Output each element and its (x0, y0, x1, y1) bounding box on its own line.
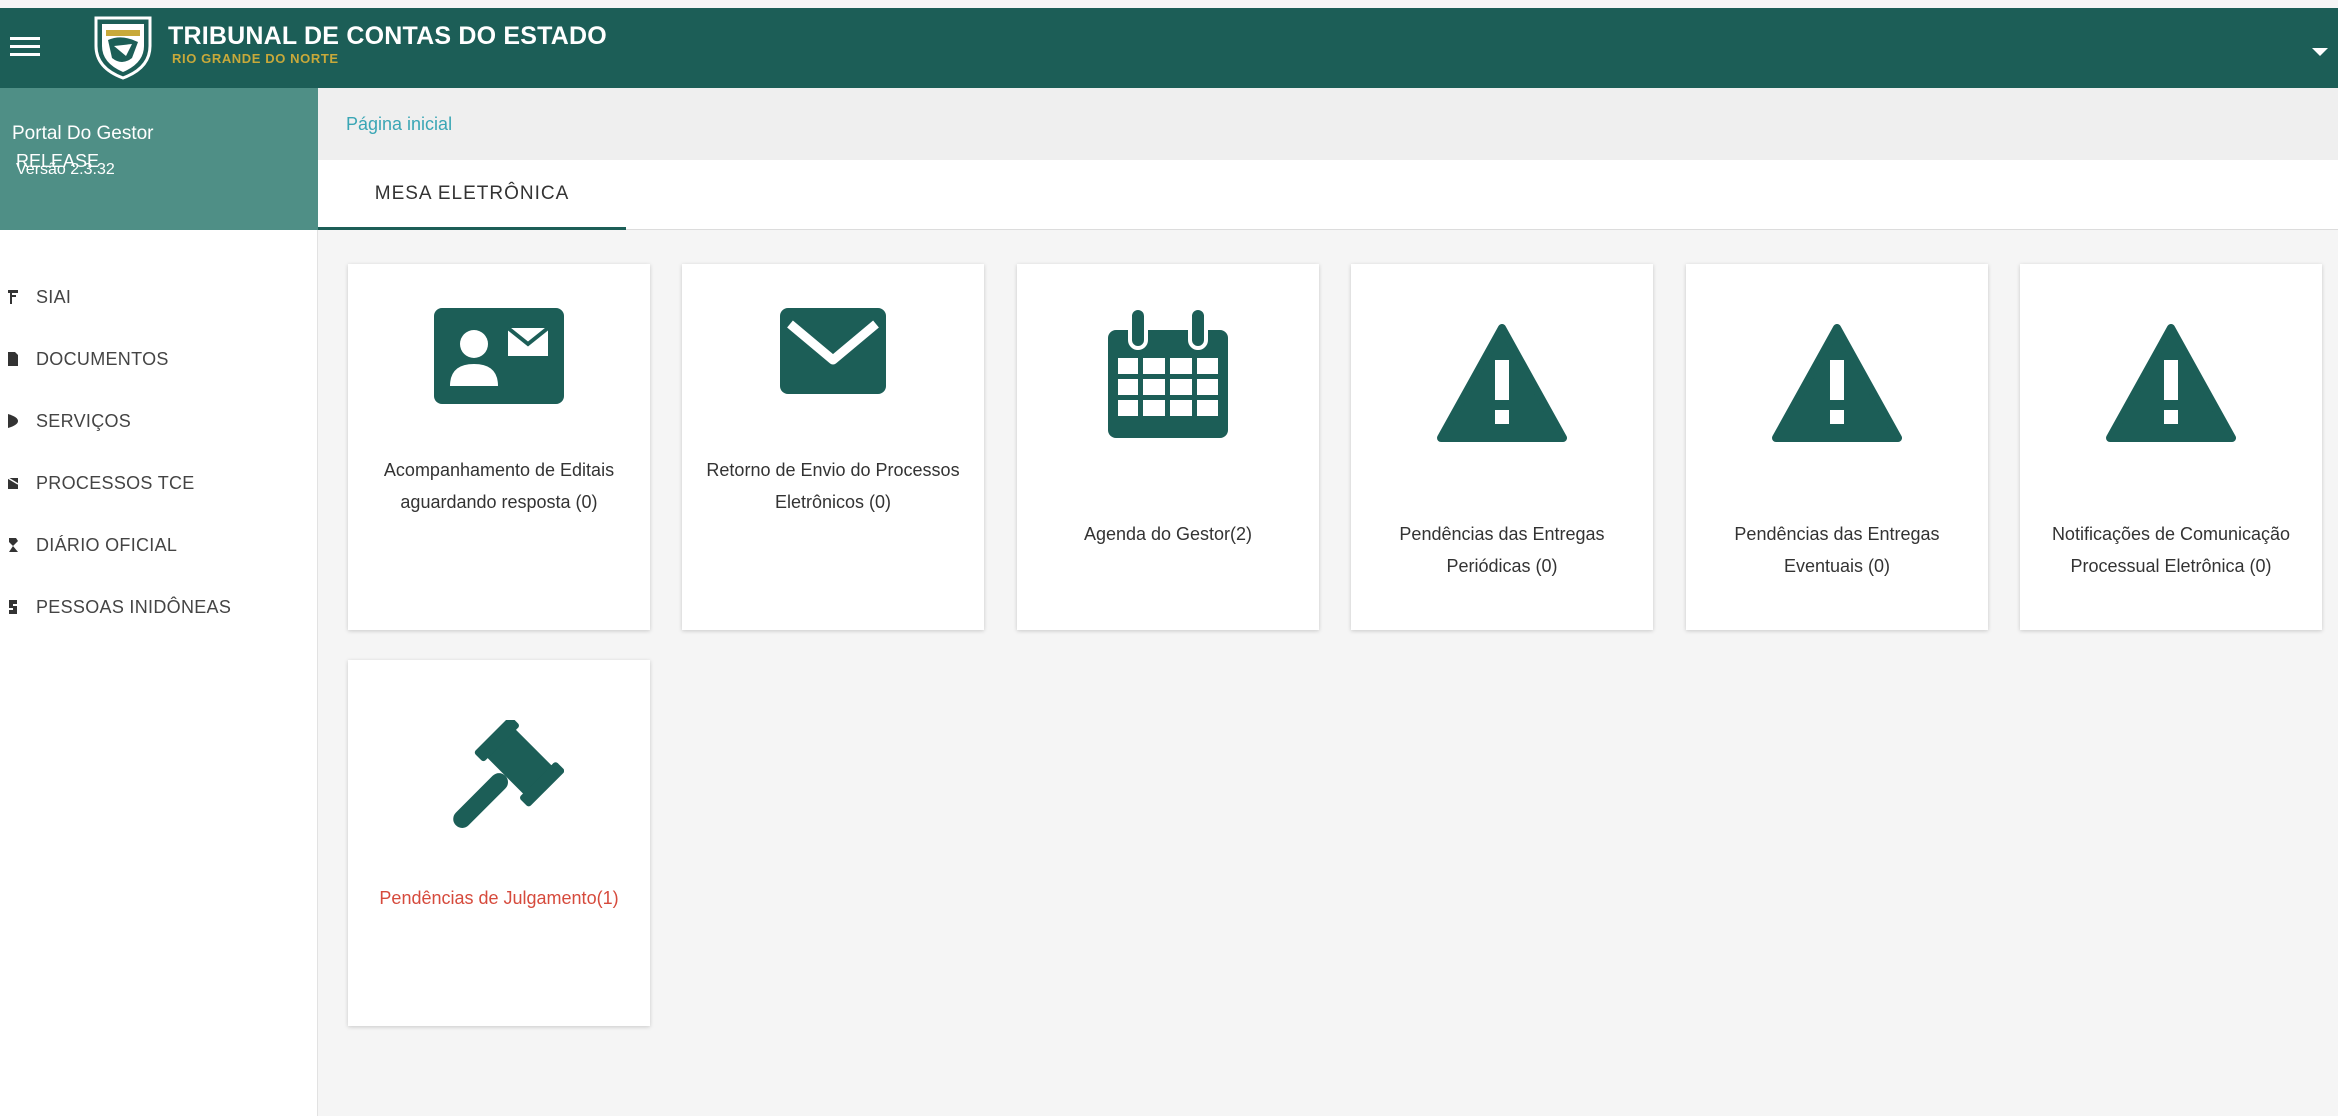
sidebar-item-label: DOCUMENTOS (36, 348, 169, 369)
sidebar: Portal Do Gestor RELEASE Versão 2.3.32 S… (0, 88, 318, 1116)
sidebar-header: Portal Do Gestor RELEASE Versão 2.3.32 (0, 88, 318, 230)
card-label: Pendências das Entregas Periódicas (0) (1399, 524, 1605, 576)
card-notificacoes[interactable]: Notificações de Comunicação Processual E… (2020, 264, 2322, 630)
tab-mesa-eletronica[interactable]: MESA ELETRÔNICA (318, 160, 626, 230)
sidebar-item-label: DIÁRIO OFICIAL (36, 534, 178, 555)
sidebar-item-label: SIAI (36, 286, 72, 307)
sidebar-item-documentos[interactable]: DOCUMENTOS (0, 328, 317, 390)
tce-logo (94, 16, 152, 80)
sidebar-item-label: SERVIÇOS (36, 410, 132, 431)
gavel-icon (348, 720, 650, 850)
sidebar-item-pessoas-inidoneas[interactable]: PESSOAS INIDÔNEAS (0, 576, 317, 638)
warning-icon (1351, 324, 1653, 444)
sidebar-nav: SIAI DOCUMENTOS SERVIÇOS PROCESSOS TCE D… (0, 266, 317, 638)
warning-icon (2020, 324, 2322, 444)
card-retorno-envio[interactable]: Retorno de Envio do Processos Eletrônico… (682, 264, 984, 630)
document-icon (6, 351, 20, 367)
sidebar-item-servicos[interactable]: SERVIÇOS (0, 390, 317, 452)
top-bar: TRIBUNAL DE CONTAS DO ESTADO RIO GRANDE … (0, 8, 2338, 88)
sidebar-item-processos-tce[interactable]: PROCESSOS TCE (0, 452, 317, 514)
portal-name: Portal Do Gestor (12, 123, 154, 144)
tool-icon (6, 289, 20, 305)
sidebar-item-siai[interactable]: SIAI (0, 266, 317, 328)
hamburger-menu-icon[interactable] (10, 32, 42, 58)
card-label: Pendências das Entregas Eventuais (0) (1734, 524, 1940, 576)
contact-card-icon (348, 308, 650, 404)
services-icon (6, 413, 20, 429)
card-label: Agenda do Gestor(2) (1083, 524, 1253, 544)
card-pendencias-julgamento[interactable]: Pendências de Julgamento(1) (348, 660, 650, 1026)
card-entregas-eventuais[interactable]: Pendências das Entregas Eventuais (0) (1686, 264, 1988, 630)
sidebar-item-label: PESSOAS INIDÔNEAS (36, 596, 232, 617)
sidebar-item-diario-oficial[interactable]: DIÁRIO OFICIAL (0, 514, 317, 576)
card-entregas-periodicas[interactable]: Pendências das Entregas Periódicas (0) (1351, 264, 1653, 630)
envelope-icon (682, 308, 984, 394)
card-label: Pendências de Julgamento(1) (379, 888, 619, 908)
breadcrumb: Página inicial (318, 88, 2338, 160)
warning-icon (1686, 324, 1988, 444)
person-icon (6, 599, 20, 615)
breadcrumb-home-link[interactable]: Página inicial (346, 114, 452, 134)
sidebar-item-label: PROCESSOS TCE (36, 472, 195, 493)
release-info: RELEASE Versão 2.3.32 (12, 151, 318, 181)
card-label: Retorno de Envio do Processos Eletrônico… (706, 460, 960, 512)
folder-icon (6, 475, 20, 491)
header-title: TRIBUNAL DE CONTAS DO ESTADO (168, 22, 607, 50)
version-label: Versão 2.3.32 (16, 161, 115, 178)
header-subtitle: RIO GRANDE DO NORTE (172, 51, 339, 66)
tab-bar: MESA ELETRÔNICA (318, 160, 2338, 230)
card-label: Acompanhamento de Editais aguardando res… (383, 460, 615, 512)
calendar-icon (1017, 308, 1319, 438)
card-label: Notificações de Comunicação Processual E… (2051, 524, 2291, 576)
card-agenda-gestor[interactable]: Agenda do Gestor(2) (1017, 264, 1319, 630)
user-menu-caret-icon[interactable] (2312, 48, 2328, 56)
card-acompanhamento-editais[interactable]: Acompanhamento de Editais aguardando res… (348, 264, 650, 630)
tab-label: MESA ELETRÔNICA (374, 182, 570, 204)
journal-icon (6, 537, 20, 553)
